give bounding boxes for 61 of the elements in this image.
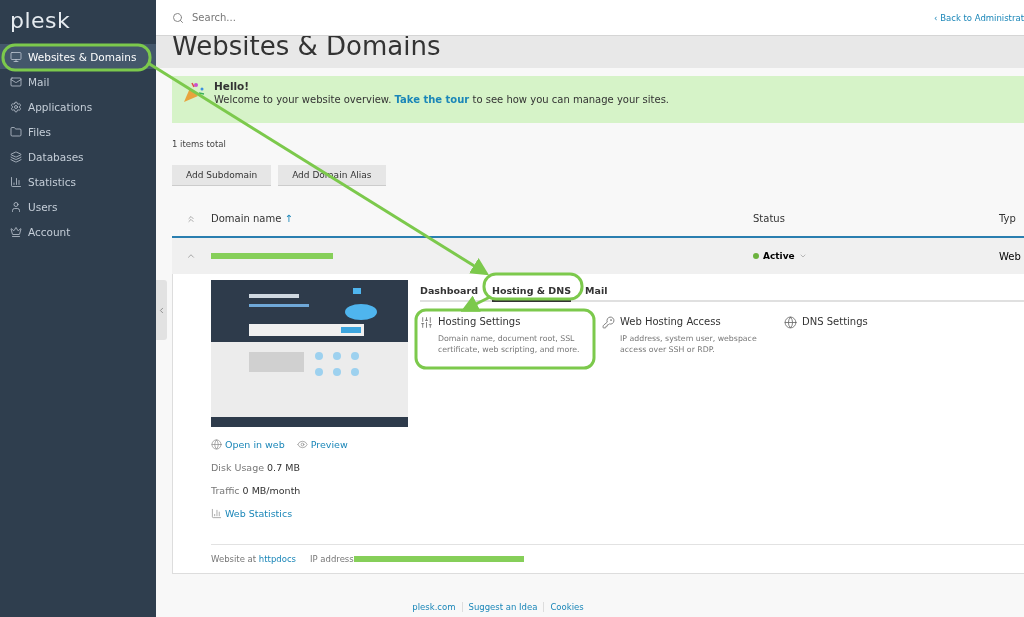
globe-icon bbox=[784, 316, 797, 329]
folder-icon bbox=[10, 125, 22, 138]
globe-icon bbox=[211, 439, 222, 450]
chevron-left-icon bbox=[157, 305, 166, 315]
monitor-icon bbox=[10, 50, 22, 63]
footer-link[interactable]: Cookies bbox=[550, 602, 584, 612]
layers-icon bbox=[10, 150, 22, 163]
table-cell-text: Web bbox=[999, 250, 1022, 262]
search-icon bbox=[172, 11, 184, 24]
sidebar-item[interactable]: Statistics bbox=[0, 169, 156, 194]
column-header[interactable]: Typ bbox=[999, 213, 1024, 224]
footer-link[interactable]: plesk.com bbox=[412, 602, 456, 612]
column-header[interactable]: Status bbox=[753, 213, 999, 224]
httpdocs-link[interactable]: httpdocs bbox=[258, 554, 296, 564]
back-link[interactable]: ‹ Back to Administrat bbox=[934, 12, 1024, 23]
party-popper-icon bbox=[182, 80, 206, 104]
tool-title[interactable]: Hosting Settings bbox=[438, 316, 588, 327]
tab[interactable]: Dashboard bbox=[420, 285, 478, 302]
sidebar-item[interactable]: Users bbox=[0, 194, 156, 219]
caret-icon bbox=[798, 252, 807, 260]
tool-title[interactable]: Web Hosting Access bbox=[620, 316, 770, 327]
sidebar-item[interactable]: Databases bbox=[0, 144, 156, 169]
footer-link[interactable]: Suggest an Idea bbox=[468, 602, 538, 612]
tool-title[interactable]: DNS Settings bbox=[802, 316, 868, 327]
web-statistics-link[interactable]: Web Statistics bbox=[211, 508, 293, 519]
crown-icon bbox=[10, 225, 22, 238]
tab[interactable]: Mail bbox=[585, 285, 608, 302]
annotation-arrow bbox=[460, 295, 491, 312]
items-count: 1 items total bbox=[172, 139, 227, 149]
sidebar-item[interactable]: Applications bbox=[0, 94, 156, 119]
sidebar-toggle[interactable] bbox=[156, 280, 167, 340]
panel-link[interactable]: Preview bbox=[296, 439, 348, 450]
sidebar-item[interactable]: Files bbox=[0, 119, 156, 144]
banner-title: Hello! bbox=[214, 80, 251, 92]
bar-chart-icon bbox=[10, 175, 22, 188]
website-location: Website at httpdocs bbox=[211, 554, 296, 564]
gear-icon bbox=[10, 100, 22, 113]
collapse-all-icon[interactable] bbox=[186, 213, 196, 224]
panel-link[interactable]: Open in web bbox=[211, 439, 285, 450]
envelope-icon bbox=[10, 75, 22, 88]
tab[interactable]: Hosting & DNS bbox=[491, 285, 571, 302]
collapse-icon[interactable] bbox=[186, 251, 196, 261]
ip-label: IP address bbox=[310, 554, 354, 564]
disk-usage: Disk Usage 0.7 MB bbox=[211, 462, 301, 473]
sliders-icon bbox=[420, 316, 433, 329]
search-input[interactable]: Search... bbox=[190, 11, 394, 24]
eye-icon bbox=[296, 439, 308, 450]
column-header[interactable]: Domain name ↑ bbox=[211, 213, 753, 224]
user-icon bbox=[10, 200, 22, 213]
status-dot bbox=[753, 253, 759, 259]
banner-text: Welcome to your website overview. Take the tour to see how you can manage your sites. bbox=[214, 94, 670, 105]
search-field[interactable]: Search... bbox=[172, 11, 935, 24]
traffic: Traffic 0 MB/month bbox=[211, 485, 302, 496]
bar-chart-icon bbox=[211, 508, 222, 519]
status-dropdown[interactable]: Active bbox=[753, 251, 999, 261]
page-title: Websites & Domains bbox=[156, 36, 1024, 68]
sidebar-item[interactable]: Account bbox=[0, 219, 156, 244]
sidebar-item[interactable]: Mail bbox=[0, 69, 156, 94]
add-button[interactable]: Add Subdomain bbox=[172, 165, 272, 186]
plesk-logo: plesk bbox=[9, 7, 72, 35]
key-icon bbox=[602, 316, 615, 329]
